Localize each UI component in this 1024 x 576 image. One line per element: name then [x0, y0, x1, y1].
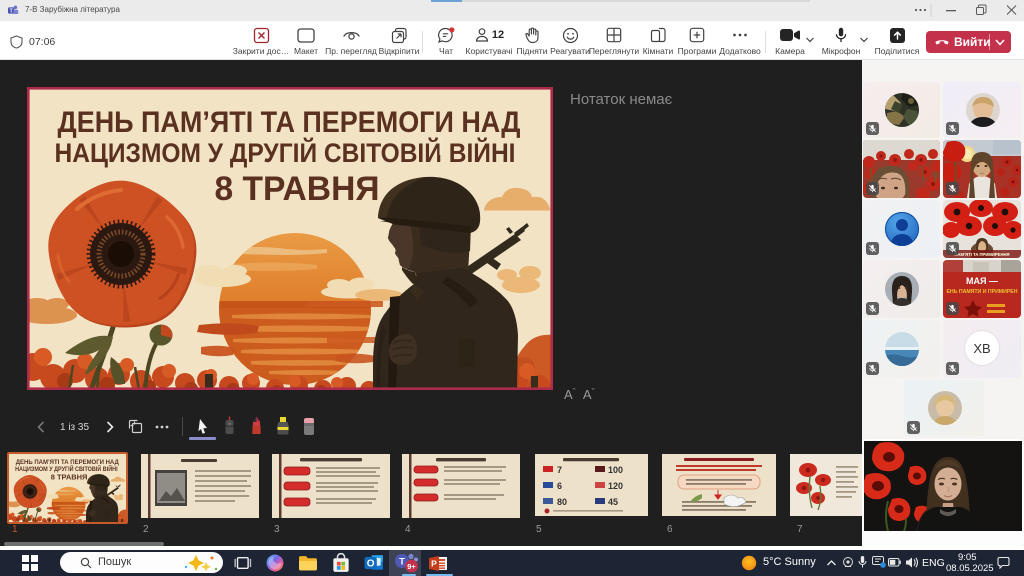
- svg-text:P: P: [431, 559, 437, 569]
- svg-text:ЕНЬ ПАМЯТИ И ПРИМИРЕН: ЕНЬ ПАМЯТИ И ПРИМИРЕН: [946, 289, 1017, 295]
- svg-text:6: 6: [557, 481, 562, 491]
- svg-text:O: O: [367, 558, 375, 569]
- svg-text:МАЯ —: МАЯ —: [966, 276, 998, 286]
- svg-text:7: 7: [557, 465, 562, 475]
- svg-text:120: 120: [608, 481, 623, 491]
- svg-text:T: T: [399, 556, 405, 566]
- svg-text:80: 80: [557, 497, 567, 507]
- svg-text:45: 45: [608, 497, 618, 507]
- svg-text:ПАМ’ЯТІ ТА ПРИМИРЕННЯ: ПАМ’ЯТІ ТА ПРИМИРЕННЯ: [954, 252, 1009, 257]
- svg-text:9+: 9+: [407, 562, 416, 571]
- svg-text:100: 100: [608, 465, 623, 475]
